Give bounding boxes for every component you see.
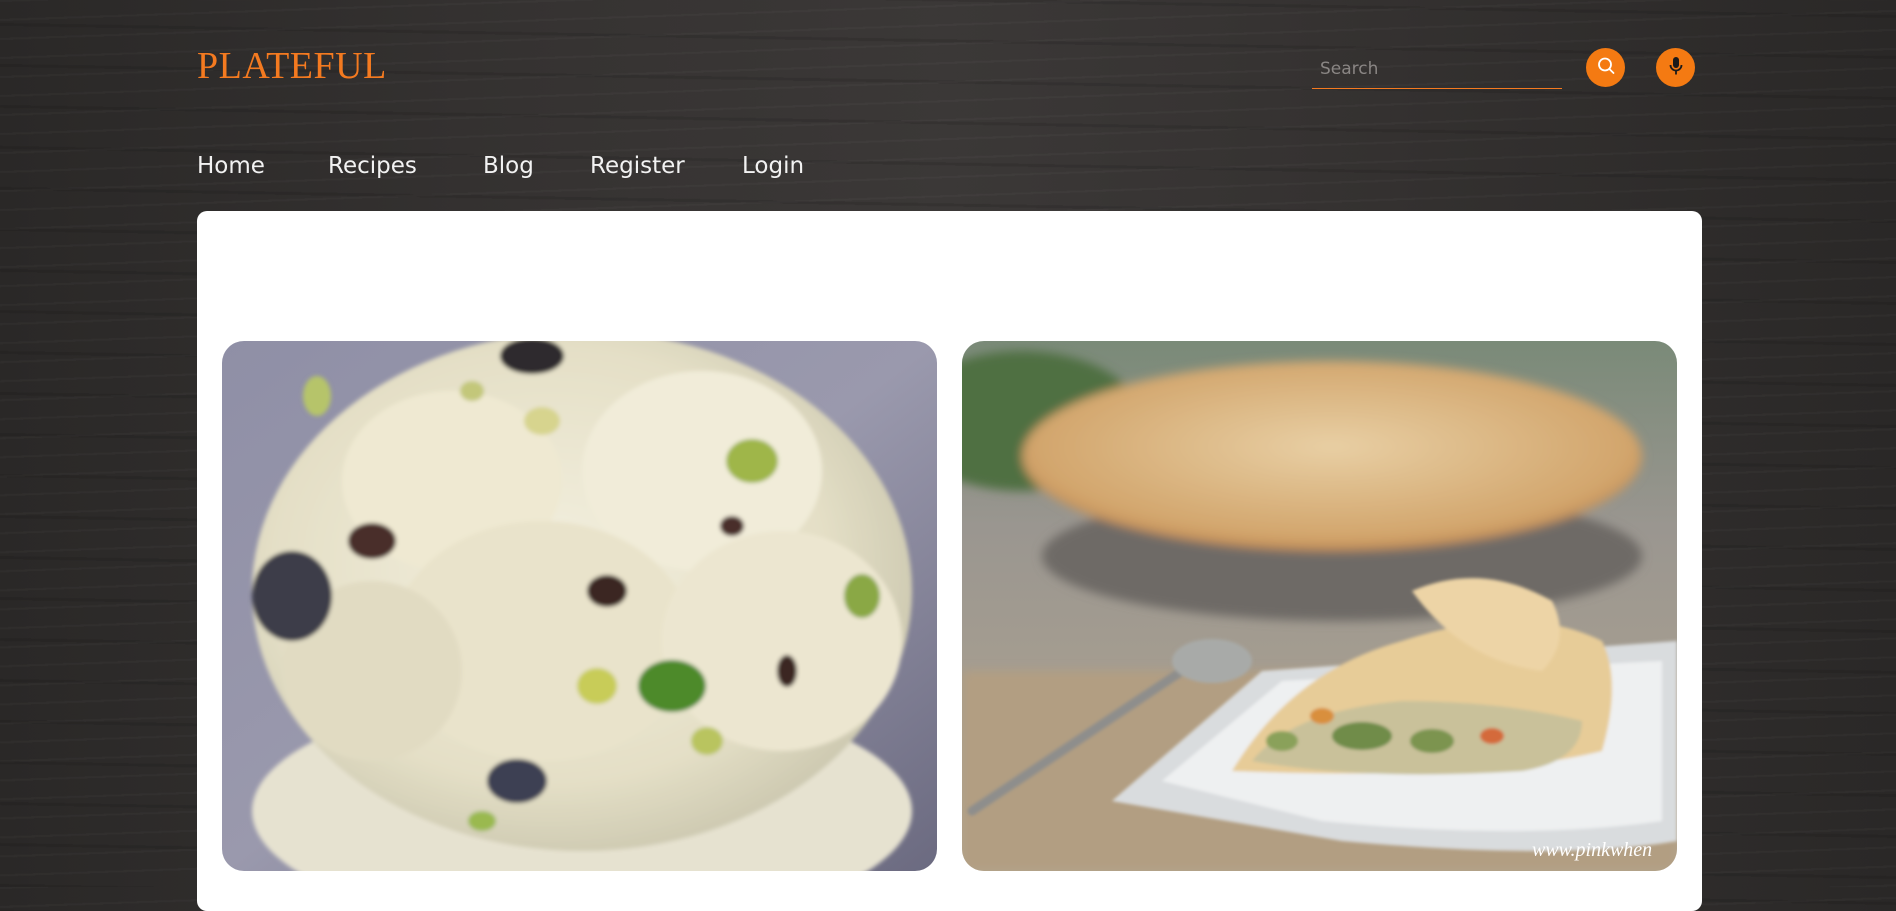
site-logo[interactable]: PLATEFUL — [197, 44, 387, 88]
ice-cream-image — [222, 341, 937, 871]
nav-blog[interactable]: Blog — [483, 150, 534, 182]
nav-home[interactable]: Home — [197, 150, 265, 182]
search-input[interactable] — [1312, 50, 1562, 88]
content-panel: www.pinkwhen — [197, 211, 1702, 911]
nav-register[interactable]: Register — [590, 150, 685, 182]
recipe-card-ice-cream[interactable] — [222, 341, 937, 871]
voice-search-button[interactable] — [1656, 48, 1695, 87]
photo-watermark: www.pinkwhen — [1532, 839, 1652, 861]
recipe-card-pot-pie[interactable]: www.pinkwhen — [962, 341, 1677, 871]
nav-login[interactable]: Login — [742, 150, 804, 182]
nav-recipes[interactable]: Recipes — [328, 150, 417, 182]
search-bar — [1312, 50, 1562, 89]
pot-pie-image: www.pinkwhen — [962, 341, 1677, 871]
search-icon — [1596, 56, 1616, 80]
mic-icon — [1667, 56, 1685, 80]
search-button[interactable] — [1586, 48, 1625, 87]
